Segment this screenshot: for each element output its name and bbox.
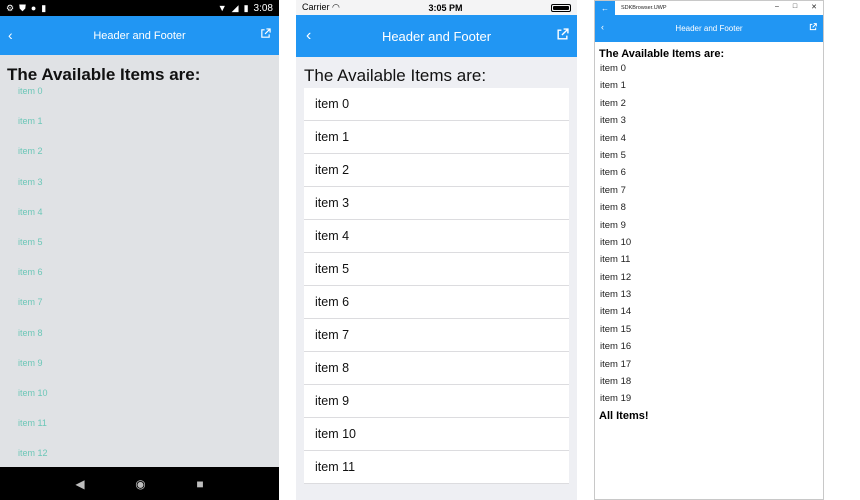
android-page-title: Header and Footer bbox=[93, 29, 186, 42]
chevron-left-icon[interactable]: ‹ bbox=[306, 27, 311, 45]
list-item[interactable]: item 4 bbox=[0, 205, 279, 235]
list-item[interactable]: item 0 bbox=[595, 62, 823, 79]
list-item[interactable]: item 13 bbox=[595, 288, 823, 305]
list-item[interactable]: item 18 bbox=[595, 375, 823, 392]
list-item[interactable]: item 0 bbox=[304, 88, 569, 121]
ios-list-header: The Available Items are: bbox=[304, 66, 487, 85]
maximize-icon[interactable]: □ bbox=[793, 3, 797, 11]
list-item[interactable]: item 5 bbox=[304, 253, 569, 286]
list-item[interactable]: item 3 bbox=[0, 175, 279, 205]
list-item[interactable]: item 9 bbox=[304, 385, 569, 418]
android-navigation-bar: ‹ Header and Footer bbox=[0, 16, 279, 55]
list-item[interactable]: item 4 bbox=[595, 132, 823, 149]
android-status-bar: ⚙ ⛊ ● ▮ ▼ ◢ ▮ 3:08 bbox=[0, 0, 279, 16]
ios-device: Carrier ◠ 3:05 PM ‹ Header and Footer Th… bbox=[296, 0, 577, 500]
uwp-window-title: SDKBrowser.UWP bbox=[621, 5, 667, 11]
ios-carrier: Carrier ◠ bbox=[302, 2, 340, 12]
list-item[interactable]: item 11 bbox=[0, 416, 279, 446]
list-item[interactable]: item 9 bbox=[0, 356, 279, 386]
uwp-page-title: Header and Footer bbox=[675, 24, 743, 33]
circle-icon: ● bbox=[30, 2, 37, 13]
list-item[interactable]: item 10 bbox=[0, 386, 279, 416]
list-item[interactable]: item 6 bbox=[304, 286, 569, 319]
list-item[interactable]: item 3 bbox=[304, 187, 569, 220]
home-circle-icon[interactable]: ◉ bbox=[135, 477, 145, 491]
list-item[interactable]: item 6 bbox=[0, 265, 279, 295]
list-item[interactable]: item 11 bbox=[595, 253, 823, 270]
screenshot-root: ⚙ ⛊ ● ▮ ▼ ◢ ▮ 3:08 ‹ Header and Footer T… bbox=[0, 0, 860, 500]
ios-item-list[interactable]: item 0 item 1 item 2 item 3 item 4 item 5 item… bbox=[304, 88, 569, 484]
uwp-title-bar: ← SDKBrowser.UWP – □ ✕ bbox=[595, 1, 823, 15]
list-item[interactable]: item 8 bbox=[304, 352, 569, 385]
uwp-list-header: The Available Items are: bbox=[599, 48, 725, 60]
list-item[interactable]: item 8 bbox=[595, 201, 823, 218]
ios-navigation-bar: ‹ Header and Footer bbox=[296, 15, 577, 57]
list-item[interactable]: item 1 bbox=[595, 79, 823, 96]
list-item[interactable]: item 7 bbox=[304, 319, 569, 352]
window-controls: – □ ✕ bbox=[775, 3, 817, 11]
android-list-header: The Available Items are: bbox=[7, 65, 201, 84]
android-clock: 3:08 bbox=[253, 2, 273, 14]
ios-status-bar: Carrier ◠ 3:05 PM bbox=[296, 0, 577, 15]
list-item[interactable]: item 17 bbox=[595, 358, 823, 375]
list-item[interactable]: item 5 bbox=[0, 235, 279, 265]
external-link-icon[interactable] bbox=[809, 23, 817, 33]
list-item[interactable]: item 6 bbox=[595, 166, 823, 183]
list-item[interactable]: item 15 bbox=[595, 323, 823, 340]
back-triangle-icon[interactable]: ◀ bbox=[75, 477, 84, 491]
minimize-icon[interactable]: – bbox=[775, 3, 779, 11]
list-item[interactable]: item 16 bbox=[595, 340, 823, 357]
list-item[interactable]: item 1 bbox=[304, 121, 569, 154]
list-item[interactable]: item 11 bbox=[304, 451, 569, 484]
external-link-icon[interactable] bbox=[556, 28, 569, 44]
chevron-left-icon[interactable]: ‹ bbox=[601, 22, 604, 32]
arrow-left-icon[interactable]: ← bbox=[595, 1, 615, 15]
wifi-icon: ▼ bbox=[217, 2, 227, 13]
list-item[interactable]: item 2 bbox=[0, 144, 279, 174]
list-item[interactable]: item 2 bbox=[304, 154, 569, 187]
list-item[interactable]: item 14 bbox=[595, 305, 823, 322]
uwp-navigation-bar: ‹ Header and Footer bbox=[595, 15, 823, 42]
list-item[interactable]: item 8 bbox=[0, 326, 279, 356]
close-icon[interactable]: ✕ bbox=[811, 3, 817, 11]
gear-icon: ⚙ bbox=[6, 2, 15, 13]
recents-square-icon[interactable]: ■ bbox=[196, 477, 203, 491]
list-item[interactable]: item 12 bbox=[595, 271, 823, 288]
signal-icon: ◢ bbox=[231, 2, 239, 13]
uwp-list-footer: All Items! bbox=[599, 409, 649, 422]
android-system-nav: ◀ ◉ ■ bbox=[0, 467, 279, 500]
sd-card-icon: ▮ bbox=[41, 2, 47, 13]
list-item[interactable]: item 7 bbox=[595, 184, 823, 201]
uwp-window: ← SDKBrowser.UWP – □ ✕ ‹ Header and Foot… bbox=[594, 0, 824, 500]
list-item[interactable]: item 3 bbox=[595, 114, 823, 131]
list-item[interactable]: item 5 bbox=[595, 149, 823, 166]
list-item[interactable]: item 10 bbox=[304, 418, 569, 451]
shield-icon: ⛊ bbox=[19, 2, 26, 13]
list-item[interactable]: item 2 bbox=[595, 97, 823, 114]
chevron-left-icon[interactable]: ‹ bbox=[8, 27, 13, 43]
list-item[interactable]: item 9 bbox=[595, 219, 823, 236]
battery-icon: ▮ bbox=[243, 2, 249, 13]
list-item[interactable]: item 1 bbox=[0, 114, 279, 144]
list-item[interactable]: item 0 bbox=[0, 84, 279, 114]
battery-icon bbox=[551, 3, 571, 12]
list-item[interactable]: item 19 bbox=[595, 392, 823, 409]
list-item[interactable]: item 7 bbox=[0, 295, 279, 325]
android-item-list[interactable]: item 0 item 1 item 2 item 3 item 4 item 5 item… bbox=[0, 84, 279, 476]
list-item[interactable]: item 4 bbox=[304, 220, 569, 253]
list-item[interactable]: item 10 bbox=[595, 236, 823, 253]
ios-clock: 3:05 PM bbox=[428, 2, 463, 13]
ios-page-title: Header and Footer bbox=[381, 28, 492, 44]
android-device: ⚙ ⛊ ● ▮ ▼ ◢ ▮ 3:08 ‹ Header and Footer T… bbox=[0, 0, 279, 500]
external-link-icon[interactable] bbox=[260, 28, 271, 42]
wifi-icon: ◠ bbox=[332, 2, 340, 12]
uwp-item-list[interactable]: item 0 item 1 item 2 item 3 item 4 item 5 item… bbox=[595, 62, 823, 410]
